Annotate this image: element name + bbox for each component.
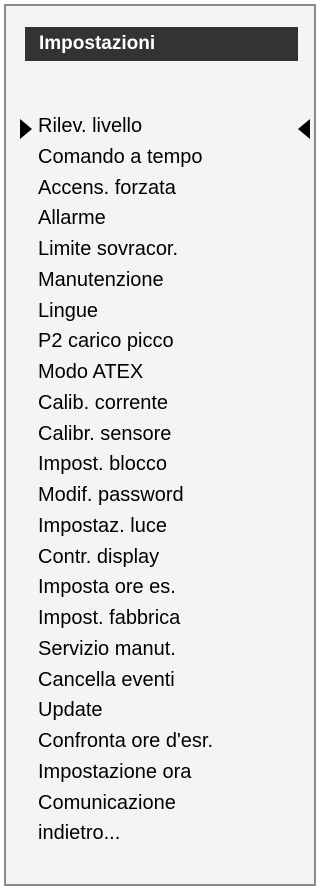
menu-item-limite-sovracor[interactable]: Limite sovracor. bbox=[38, 234, 213, 265]
menu-item-indietro[interactable]: indietro... bbox=[38, 818, 213, 849]
settings-menu: Rilev. livello Comando a tempo Accens. f… bbox=[38, 111, 213, 849]
menu-item-modif-password[interactable]: Modif. password bbox=[38, 480, 213, 511]
menu-item-contr-display[interactable]: Contr. display bbox=[38, 542, 213, 573]
menu-item-imposta-ore-es[interactable]: Imposta ore es. bbox=[38, 572, 213, 603]
menu-item-modo-atex[interactable]: Modo ATEX bbox=[38, 357, 213, 388]
menu-item-allarme[interactable]: Allarme bbox=[38, 203, 213, 234]
menu-item-rilev-livello[interactable]: Rilev. livello bbox=[38, 111, 213, 142]
menu-item-comando-a-tempo[interactable]: Comando a tempo bbox=[38, 142, 213, 173]
menu-item-cancella-eventi[interactable]: Cancella eventi bbox=[38, 665, 213, 696]
menu-item-servizio-manut[interactable]: Servizio manut. bbox=[38, 634, 213, 665]
menu-item-p2-carico-picco[interactable]: P2 carico picco bbox=[38, 326, 213, 357]
menu-item-confronta-ore-esr[interactable]: Confronta ore d'esr. bbox=[38, 726, 213, 757]
menu-item-comunicazione[interactable]: Comunicazione bbox=[38, 788, 213, 819]
menu-item-calibr-sensore[interactable]: Calibr. sensore bbox=[38, 419, 213, 450]
settings-screen: Impostazioni Rilev. livello Comando a te… bbox=[4, 4, 316, 886]
menu-item-impostazione-ora[interactable]: Impostazione ora bbox=[38, 757, 213, 788]
menu-item-calib-corrente[interactable]: Calib. corrente bbox=[38, 388, 213, 419]
menu-item-lingue[interactable]: Lingue bbox=[38, 296, 213, 327]
menu-item-impostaz-luce[interactable]: Impostaz. luce bbox=[38, 511, 213, 542]
menu-item-accens-forzata[interactable]: Accens. forzata bbox=[38, 173, 213, 204]
menu-item-impost-fabbrica[interactable]: Impost. fabbrica bbox=[38, 603, 213, 634]
header-bar: Impostazioni bbox=[25, 27, 298, 61]
selection-arrow-right-icon bbox=[20, 119, 32, 139]
menu-item-manutenzione[interactable]: Manutenzione bbox=[38, 265, 213, 296]
page-title: Impostazioni bbox=[39, 33, 156, 54]
menu-item-impost-blocco[interactable]: Impost. blocco bbox=[38, 449, 213, 480]
menu-item-update[interactable]: Update bbox=[38, 695, 213, 726]
selection-arrow-left-icon bbox=[298, 119, 310, 139]
